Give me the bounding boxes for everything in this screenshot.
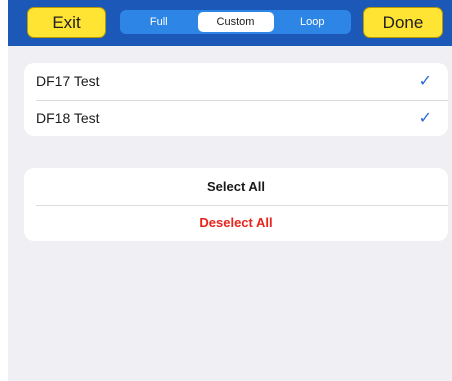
test-label: DF18 Test xyxy=(36,109,100,126)
test-label: DF17 Test xyxy=(36,73,100,90)
deselect-all-button[interactable]: Deselect All xyxy=(24,204,448,242)
segment-full[interactable]: Full xyxy=(122,12,196,32)
segment-loop[interactable]: Loop xyxy=(276,12,350,32)
test-list: DF17 Test ✓ DF18 Test ✓ xyxy=(24,63,448,136)
mode-segmented-control: Full Custom Loop xyxy=(120,10,351,34)
select-all-button[interactable]: Select All xyxy=(24,168,448,205)
exit-button[interactable]: Exit xyxy=(27,7,106,38)
checkmark-icon: ✓ xyxy=(418,109,432,127)
test-row-df18[interactable]: DF18 Test ✓ xyxy=(24,99,448,137)
left-edge-strip xyxy=(0,0,8,381)
row-divider xyxy=(36,204,448,206)
row-divider xyxy=(36,99,448,101)
checkmark-icon: ✓ xyxy=(418,73,432,91)
selection-actions: Select All Deselect All xyxy=(24,168,448,241)
done-button[interactable]: Done xyxy=(363,7,443,38)
test-row-df17[interactable]: DF17 Test ✓ xyxy=(24,63,448,100)
deselect-all-label: Deselect All xyxy=(199,215,273,231)
segment-custom[interactable]: Custom xyxy=(197,12,274,32)
